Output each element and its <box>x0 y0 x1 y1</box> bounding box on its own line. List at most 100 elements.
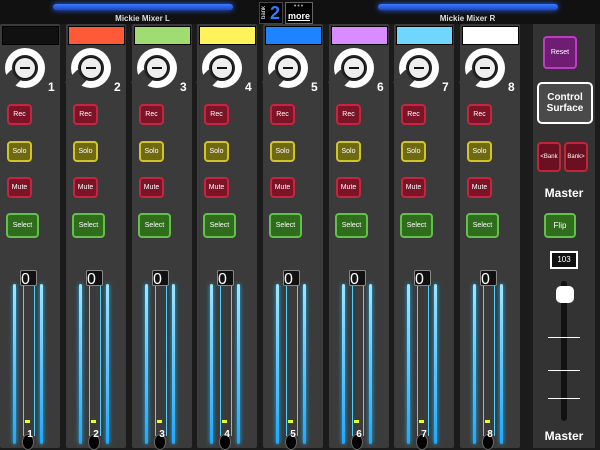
master-fader-line <box>548 398 580 399</box>
channel-label: 7 <box>421 429 427 440</box>
fader-value-display: 0 <box>349 270 366 288</box>
select-button[interactable]: Select <box>203 213 236 238</box>
fader-track <box>155 286 167 436</box>
solo-button[interactable]: Solo <box>204 141 229 162</box>
fader-level-mark <box>419 420 424 423</box>
pan-knob[interactable] <box>130 48 177 93</box>
solo-button[interactable]: Solo <box>7 141 32 162</box>
fader-rail <box>172 284 175 444</box>
fader-rail <box>407 284 410 444</box>
bank-indicator[interactable]: bank 2 <box>259 2 283 24</box>
fader-value-display: 0 <box>414 270 431 288</box>
fader-value-display: 0 <box>86 270 103 288</box>
mute-button[interactable]: Mute <box>336 177 361 198</box>
rec-button[interactable]: Rec <box>139 104 164 125</box>
fader-level-mark <box>222 420 227 423</box>
channel-strip-7: 7 Rec Solo Mute Select 0 7 <box>392 24 454 450</box>
master-fader-display: 103 <box>550 251 578 269</box>
solo-button[interactable]: Solo <box>73 141 98 162</box>
channel-fader[interactable]: 0 <box>5 270 51 450</box>
channel-number: 8 <box>508 80 515 94</box>
pan-knob[interactable] <box>392 48 439 93</box>
channel-color-bar[interactable] <box>134 26 191 45</box>
pan-knob[interactable] <box>195 48 242 93</box>
mute-button[interactable]: Mute <box>467 177 492 198</box>
channel-fader[interactable]: 0 <box>268 270 314 450</box>
select-button[interactable]: Select <box>400 213 433 238</box>
channel-fader[interactable]: 0 <box>137 270 183 450</box>
bank-label: bank <box>261 6 267 20</box>
solo-button[interactable]: Solo <box>139 141 164 162</box>
rec-button[interactable]: Rec <box>401 104 426 125</box>
select-button[interactable]: Select <box>269 213 302 238</box>
flip-button[interactable]: Flip <box>544 213 576 238</box>
channel-color-bar[interactable] <box>331 26 388 45</box>
channel-fader[interactable]: 0 <box>334 270 380 450</box>
fader-rail <box>369 284 372 444</box>
rec-button[interactable]: Rec <box>204 104 229 125</box>
channel-color-bar[interactable] <box>265 26 322 45</box>
solo-button[interactable]: Solo <box>467 141 492 162</box>
fader-level-mark <box>25 420 30 423</box>
pan-knob[interactable] <box>327 48 374 93</box>
fader-level-mark <box>157 420 162 423</box>
fader-track <box>23 286 35 436</box>
fader-rail <box>237 284 240 444</box>
channel-color-bar[interactable] <box>2 26 59 45</box>
pan-knob[interactable] <box>458 48 505 93</box>
bank-next-button[interactable]: Bank> <box>564 142 588 172</box>
mute-button[interactable]: Mute <box>7 177 32 198</box>
select-button[interactable]: Select <box>72 213 105 238</box>
channel-color-bar[interactable] <box>199 26 256 45</box>
master-footer-label: Master <box>544 429 584 443</box>
channel-color-bar[interactable] <box>462 26 519 45</box>
master-fader-line <box>548 337 580 338</box>
channel-number: 7 <box>442 80 449 94</box>
fader-level-mark <box>485 420 490 423</box>
knob-cap-icon <box>147 58 167 78</box>
channel-color-bar[interactable] <box>68 26 125 45</box>
mute-button[interactable]: Mute <box>204 177 229 198</box>
master-fader[interactable]: 103 <box>540 251 588 427</box>
select-button[interactable]: Select <box>138 213 171 238</box>
solo-button[interactable]: Solo <box>270 141 295 162</box>
channel-color-bar[interactable] <box>396 26 453 45</box>
channel-number: 6 <box>377 80 384 94</box>
rec-button[interactable]: Rec <box>7 104 32 125</box>
bank-prev-button[interactable]: <Bank <box>537 142 561 172</box>
rec-button[interactable]: Rec <box>336 104 361 125</box>
mute-button[interactable]: Mute <box>139 177 164 198</box>
rec-button[interactable]: Rec <box>467 104 492 125</box>
mute-button[interactable]: Mute <box>73 177 98 198</box>
channel-fader[interactable]: 0 <box>465 270 511 450</box>
pan-knob[interactable] <box>0 48 45 93</box>
fader-rail <box>342 284 345 444</box>
solo-button[interactable]: Solo <box>336 141 361 162</box>
channel-strip-2: 2 Rec Solo Mute Select 0 2 <box>64 24 126 450</box>
fader-level-mark <box>288 420 293 423</box>
mute-button[interactable]: Mute <box>270 177 295 198</box>
channel-strip-1: 1 Rec Solo Mute Select 0 1 <box>0 24 60 450</box>
control-surface-button[interactable]: Control Surface <box>537 82 593 124</box>
select-button[interactable]: Select <box>6 213 39 238</box>
pan-knob[interactable] <box>64 48 111 93</box>
solo-button[interactable]: Solo <box>401 141 426 162</box>
mute-button[interactable]: Mute <box>401 177 426 198</box>
select-button[interactable]: Select <box>335 213 368 238</box>
mixer-left-label: Mickie Mixer L <box>30 4 255 24</box>
fader-track <box>89 286 101 436</box>
channel-fader[interactable]: 0 <box>71 270 117 450</box>
mixer-right-label: Mickie Mixer R <box>355 4 580 24</box>
channel-label: 6 <box>356 429 362 440</box>
master-fader-handle[interactable] <box>556 286 574 303</box>
channel-fader[interactable]: 0 <box>202 270 248 450</box>
channel-fader[interactable]: 0 <box>399 270 445 450</box>
rec-button[interactable]: Rec <box>73 104 98 125</box>
reset-button[interactable]: Reset <box>543 36 577 69</box>
fader-rail <box>434 284 437 444</box>
pan-knob[interactable] <box>261 48 308 93</box>
rec-button[interactable]: Rec <box>270 104 295 125</box>
select-button[interactable]: Select <box>466 213 499 238</box>
more-button[interactable]: ••• more <box>285 2 313 24</box>
fader-value-display: 0 <box>217 270 234 288</box>
